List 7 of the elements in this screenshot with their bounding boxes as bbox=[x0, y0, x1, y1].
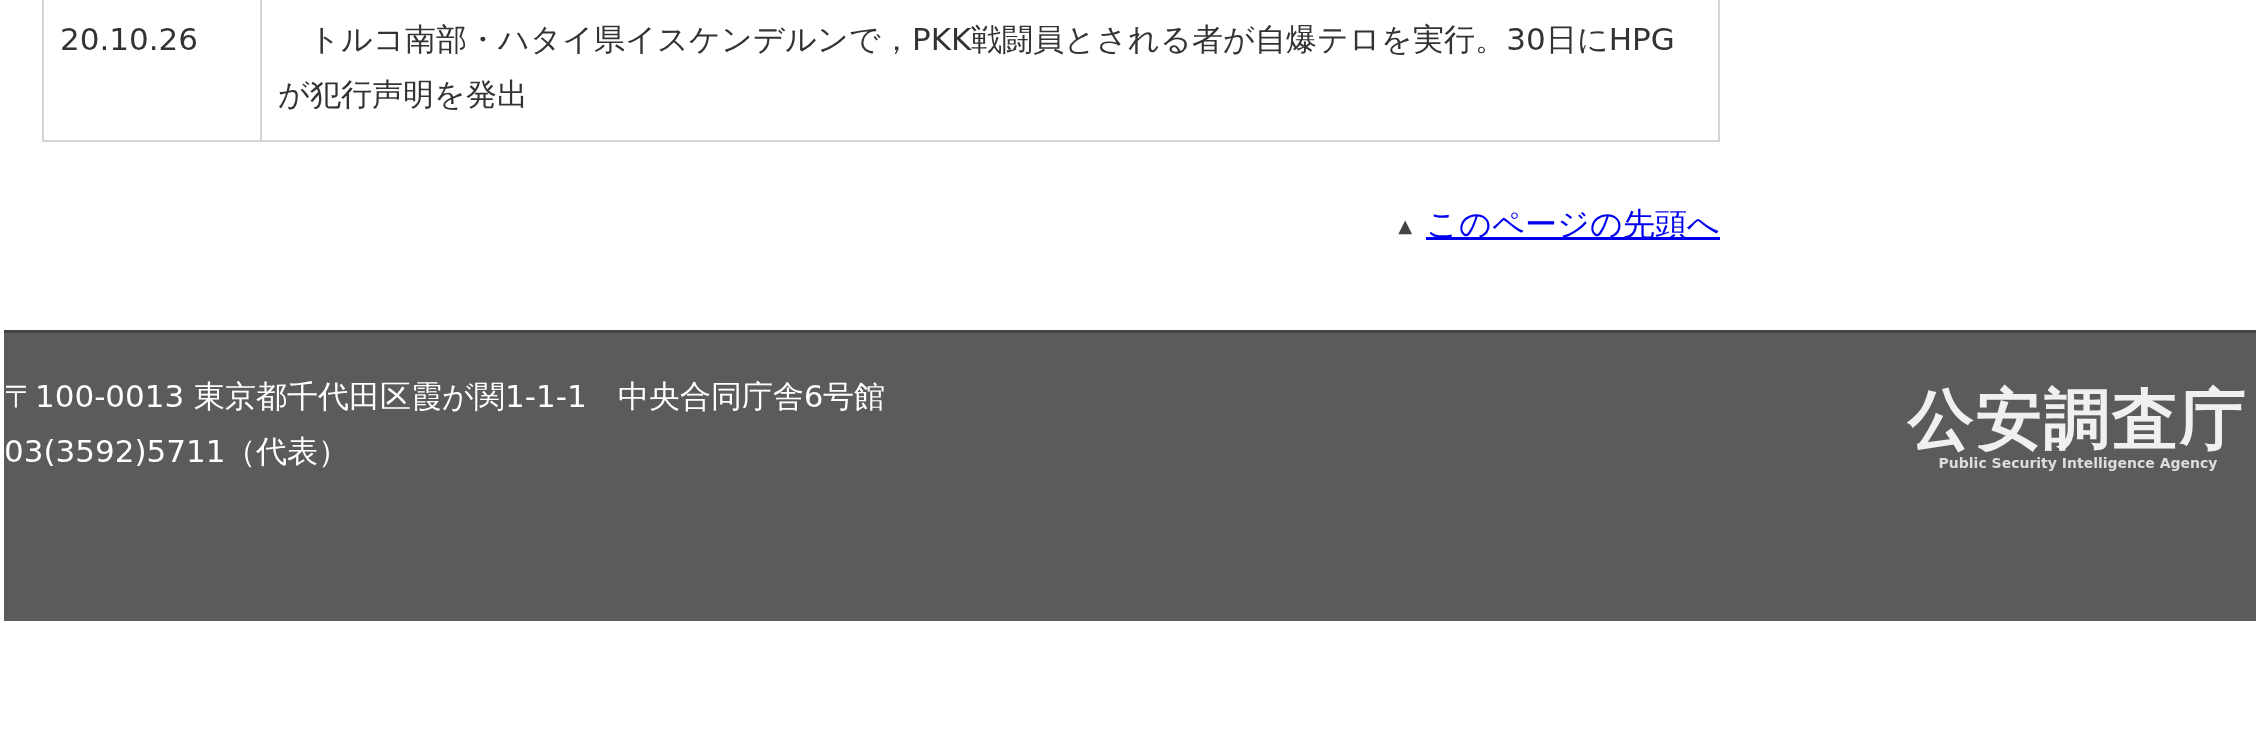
agency-logo: 公安調査庁 Public Security Intelligence Agency bbox=[1908, 379, 2249, 471]
triangle-icon: ▲ bbox=[1398, 214, 1412, 236]
address-text: 〒100-0013 東京都千代田区霞が関1-1-1 中央合同庁舎6号館 bbox=[4, 377, 886, 416]
table-cell: トルコ南部・ハタイ県イスケンデルンで，PKK戦闘員とされる者が自爆テロを実行。30日にHPGが犯行声明を発出 bbox=[261, 0, 1719, 141]
address-text: 03(3592)5711（代表） bbox=[4, 432, 351, 471]
page-top-link[interactable]: このページの先頭へ bbox=[1426, 203, 1720, 247]
date-cell: 20.10.26 bbox=[43, 0, 261, 141]
